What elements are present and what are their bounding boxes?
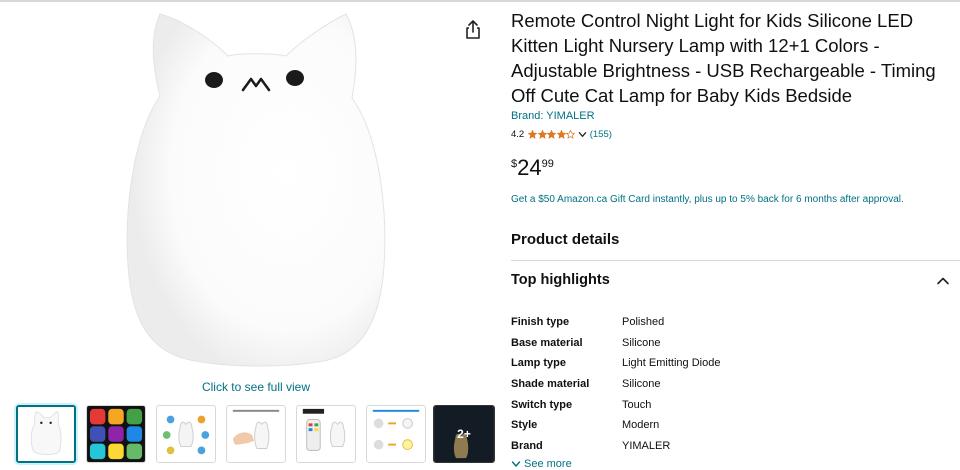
spec-row: Style Modern bbox=[511, 419, 659, 435]
spec-row: Lamp type Light Emitting Diode bbox=[511, 357, 720, 373]
thumbnail-features-image bbox=[157, 406, 215, 462]
thumbnail-touch-image bbox=[227, 406, 285, 462]
spec-key: Switch type bbox=[511, 399, 573, 411]
spec-key: Style bbox=[511, 419, 538, 431]
thumbnail-1[interactable] bbox=[16, 405, 76, 463]
spec-value: Touch bbox=[622, 399, 652, 411]
spec-key: Shade material bbox=[511, 378, 590, 390]
thumbnail-usb-charging-image bbox=[367, 406, 425, 462]
star-icon bbox=[528, 129, 538, 139]
thumbnail-5[interactable] bbox=[296, 405, 356, 463]
main-product-image[interactable] bbox=[60, 6, 460, 378]
spec-value: Silicone bbox=[622, 378, 661, 390]
spec-key: Brand bbox=[511, 440, 543, 452]
price: $ 24 99 bbox=[511, 155, 554, 181]
spec-key: Finish type bbox=[511, 316, 570, 328]
star-icon bbox=[547, 129, 557, 139]
thumbnail-6[interactable] bbox=[366, 405, 426, 463]
chevron-down-icon[interactable] bbox=[578, 130, 587, 139]
thumbnail-color-grid-image bbox=[87, 406, 145, 462]
chevron-up-icon[interactable] bbox=[934, 272, 952, 290]
thumbnail-3[interactable] bbox=[156, 405, 216, 463]
star-icon bbox=[566, 129, 576, 139]
brand-link[interactable]: Brand: YIMALER bbox=[511, 110, 595, 122]
see-more-label: See more bbox=[524, 458, 572, 470]
thumbnail-cat-white-image bbox=[18, 407, 74, 461]
thumbnail-more-count: 2+ bbox=[457, 427, 471, 441]
spec-row: Base material Silicone bbox=[511, 337, 661, 353]
see-more-link[interactable]: See more bbox=[511, 458, 572, 470]
click-to-see-full-view-link[interactable]: Click to see full view bbox=[150, 380, 362, 394]
top-border bbox=[0, 0, 960, 2]
review-count-link[interactable]: (155) bbox=[590, 129, 612, 140]
spec-row: Finish type Polished bbox=[511, 316, 664, 332]
thumbnail-strip: 2+ bbox=[16, 405, 496, 465]
thumbnail-2[interactable] bbox=[86, 405, 146, 463]
product-details-heading: Product details bbox=[511, 231, 620, 248]
price-whole: 24 bbox=[517, 155, 542, 180]
section-divider bbox=[511, 260, 960, 261]
star-icon bbox=[537, 129, 547, 139]
spec-value: Modern bbox=[622, 419, 660, 431]
top-highlights-heading[interactable]: Top highlights bbox=[511, 272, 610, 288]
spec-key: Lamp type bbox=[511, 357, 567, 369]
chevron-down-icon bbox=[511, 461, 521, 467]
thumbnail-remote-image bbox=[297, 406, 355, 462]
thumbnail-4[interactable] bbox=[226, 405, 286, 463]
spec-key: Base material bbox=[511, 337, 583, 349]
price-fraction: 99 bbox=[541, 158, 554, 170]
thumbnail-more[interactable]: 2+ bbox=[433, 405, 495, 463]
spec-row: Shade material Silicone bbox=[511, 378, 661, 394]
star-icon bbox=[556, 129, 566, 139]
share-icon[interactable] bbox=[463, 19, 483, 41]
rating-stars[interactable] bbox=[528, 129, 576, 139]
spec-row: Brand YIMALER bbox=[511, 440, 670, 456]
spec-row: Switch type Touch bbox=[511, 399, 651, 415]
rating-summary: 4.2 (155) bbox=[511, 127, 612, 141]
product-title: Remote Control Night Light for Kids Sili… bbox=[511, 10, 936, 106]
spec-value: Polished bbox=[622, 316, 665, 328]
gift-card-promo-link[interactable]: Get a $50 Amazon.ca Gift Card instantly,… bbox=[511, 194, 904, 205]
spec-value: YIMALER bbox=[622, 440, 671, 452]
spec-value: Silicone bbox=[622, 337, 661, 349]
rating-value: 4.2 bbox=[511, 128, 525, 140]
spec-value: Light Emitting Diode bbox=[622, 357, 721, 369]
